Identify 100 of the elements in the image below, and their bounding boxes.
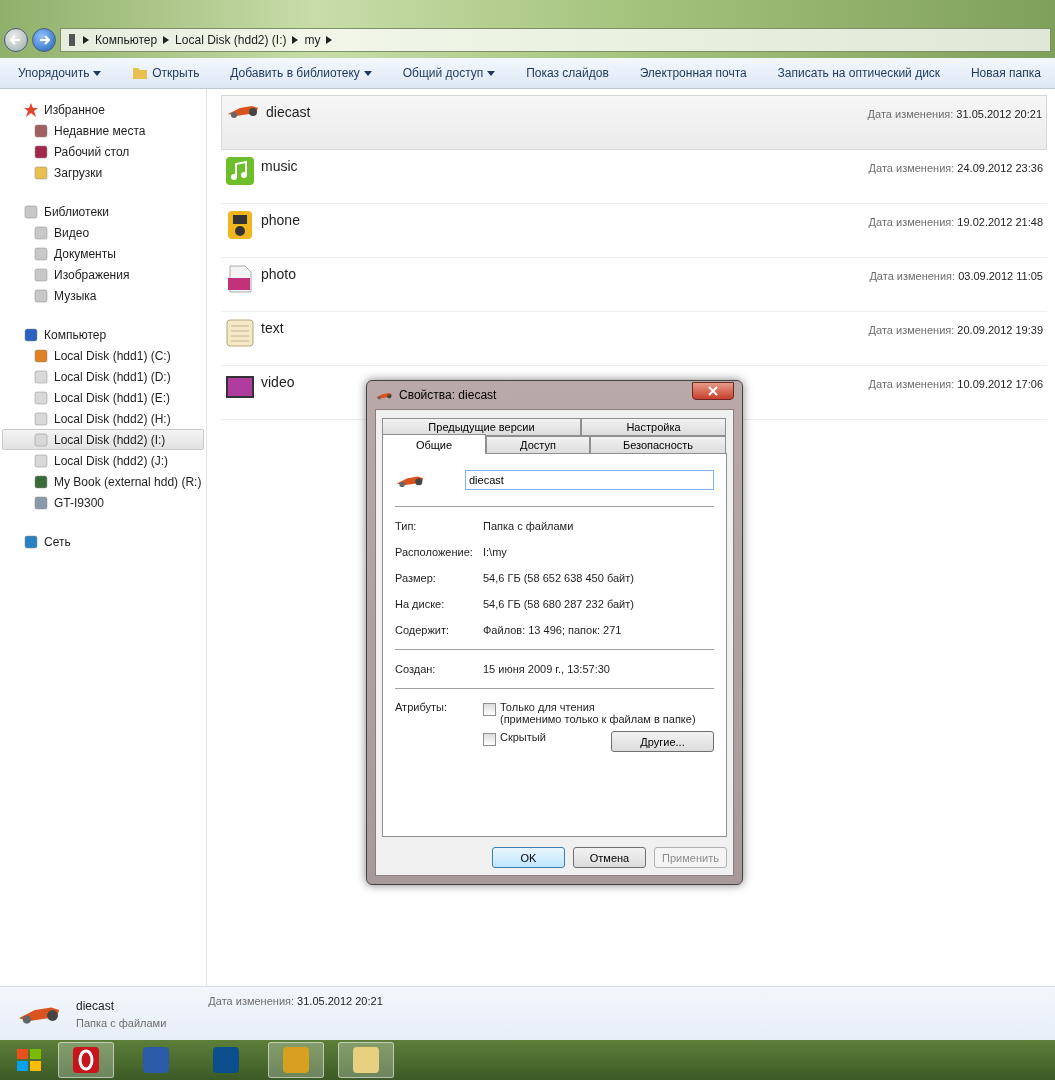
sidebar-item[interactable]: Документы [2,243,204,264]
tab[interactable]: Настройка [581,418,726,436]
breadcrumb[interactable]: my [304,33,321,47]
name-field[interactable]: diecast [465,470,714,490]
details-modified: Дата изменения: 31.05.2012 20:21 [208,995,383,1007]
sidebar-item-label: Музыка [54,288,97,303]
modified-date: Дата изменения: 24.09.2012 23:36 [868,161,1043,174]
sidebar-item[interactable]: Изображения [2,264,204,285]
star-icon [23,101,39,118]
sidebar-item-label: GT-I9300 [54,495,105,510]
taskbar-button[interactable] [338,1042,394,1078]
sidebar-item[interactable]: Local Disk (hdd2) (I:) [2,429,204,450]
file-name: diecast [266,103,312,120]
taskbar-button[interactable] [58,1042,114,1078]
tab[interactable]: Предыдущие версии [382,418,581,436]
taskbar-button[interactable] [268,1042,324,1078]
property-label: Расположение: [395,546,474,558]
file-name: photo [261,265,298,282]
sidebar-item-label: Недавние места [54,123,146,138]
forward-button[interactable] [32,28,56,52]
caret-icon [93,70,102,76]
sidebar-item-label: Изображения [54,267,130,282]
toolbar-button[interactable]: Новая папка [966,62,1045,84]
toolbar-button[interactable]: Электронная почта [635,62,751,84]
file-row[interactable]: photo Дата изменения: 03.09.2012 11:05 [221,258,1047,312]
sidebar-item[interactable]: Local Disk (hdd2) (H:) [2,408,204,429]
file-row[interactable]: phone Дата изменения: 19.02.2012 21:48 [221,204,1047,258]
breadcrumb[interactable]: Local Disk (hdd2) (I:) [175,33,287,47]
checkbox[interactable] [483,733,496,746]
address-bar[interactable]: Компьютер Local Disk (hdd2) (I:) my [60,28,1051,52]
sidebar-item[interactable]: Local Disk (hdd1) (C:) [2,345,204,366]
toolbar-button[interactable]: Добавить в библиотеку [226,62,376,84]
sidebar-heading-label: Сеть [44,534,71,549]
sidebar-item-label: Загрузки [54,165,103,180]
sidebar-item[interactable]: Рабочий стол [2,141,204,162]
back-button[interactable] [4,28,28,52]
sidebar-item-label: Видео [54,225,90,240]
forward-arrow-icon [38,34,50,46]
breadcrumb[interactable]: Компьютер [95,33,158,47]
file-name: phone [261,211,301,228]
back-arrow-icon [10,34,22,46]
property-value: Папка с файлами [483,520,574,532]
sidebar-item-label: Local Disk (hdd2) (H:) [54,411,171,426]
sidebar-heading[interactable]: Сеть [2,531,204,552]
sidebar-item-label: Local Disk (hdd1) (D:) [54,369,171,384]
chevron-icon [326,36,333,44]
caret-icon [487,70,496,76]
sidebar-item-label: Документы [54,246,116,261]
dialog-title: Свойства: diecast [399,388,498,402]
file-name: music [261,157,299,174]
file-name: video [261,373,296,390]
open-folder-icon [132,66,149,80]
other-attributes-button[interactable]: Другие... [611,731,714,752]
checkbox[interactable] [483,703,496,716]
close-button[interactable] [692,382,734,400]
sidebar-item[interactable]: Видео [2,222,204,243]
file-row[interactable]: music Дата изменения: 24.09.2012 23:36 [221,150,1047,204]
file-row[interactable]: diecast Дата изменения: 31.05.2012 20:21 [221,95,1047,150]
property-label: Создан: [395,663,437,675]
property-value: 54,6 ГБ (58 680 287 232 байт) [483,598,634,610]
dialog-button[interactable]: Отмена [573,847,646,868]
sidebar-item[interactable]: Загрузки [2,162,204,183]
sidebar-item[interactable]: Local Disk (hdd1) (D:) [2,366,204,387]
sidebar-item[interactable]: GT-I9300 [2,492,204,513]
property-label: Тип: [395,520,418,532]
close-icon [708,386,718,396]
modified-date: Дата изменения: 03.09.2012 11:05 [869,269,1043,282]
property-value: Файлов: 13 496; папок: 271 [483,624,622,636]
tab[interactable]: Общие [382,434,486,454]
property-label: Размер: [395,572,437,584]
sidebar-item[interactable]: Музыка [2,285,204,306]
modified-date: Дата изменения: 19.02.2012 21:48 [868,215,1043,228]
sidebar-item-label: Local Disk (hdd2) (J:) [54,453,169,468]
tab[interactable]: Безопасность [590,436,726,454]
file-row[interactable]: text Дата изменения: 20.09.2012 19:39 [221,312,1047,366]
sidebar-heading[interactable]: Компьютер [2,324,204,345]
media-player-icon [225,210,255,240]
modified-date: Дата изменения: 20.09.2012 19:39 [868,323,1043,336]
toolbar-button[interactable]: Упорядочить [14,62,106,84]
toolbar-button[interactable]: Показ слайдов [522,62,613,84]
toolbar-button[interactable]: Общий доступ [398,62,500,84]
sidebar-item[interactable]: Недавние места [2,120,204,141]
sidebar-item[interactable]: My Book (external hdd) (R:) [2,471,204,492]
sidebar-heading[interactable]: Библиотеки [2,201,204,222]
tab[interactable]: Доступ [486,436,590,454]
sidebar-heading[interactable]: Избранное [2,99,204,120]
music-note-icon [225,156,255,186]
checkbox-label: Только для чтения (применимо только к файлам в папке) [500,701,696,725]
sidebar-item[interactable]: Local Disk (hdd2) (J:) [2,450,204,471]
chevron-icon [83,36,89,44]
dialog-button[interactable]: OK [492,847,565,868]
property-label: Содержит: [395,624,451,636]
toolbar-button[interactable]: Записать на оптический диск [773,62,945,84]
sidebar-item-label: Рабочий стол [54,144,130,159]
toolbar-button[interactable]: Открыть [128,62,204,84]
details-name: diecast [76,998,116,1013]
checkbox-label: Скрытый [500,731,546,743]
modified-date: Дата изменения: 31.05.2012 20:21 [867,107,1042,120]
sidebar-item-label: My Book (external hdd) (R:) [54,474,202,489]
sidebar-item[interactable]: Local Disk (hdd1) (E:) [2,387,204,408]
